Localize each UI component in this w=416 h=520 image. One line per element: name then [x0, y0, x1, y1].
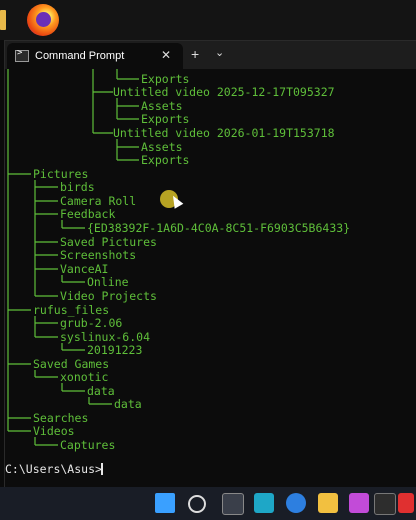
- edge-icon[interactable]: [286, 493, 306, 513]
- tree-entry: grub-2.06: [60, 316, 123, 330]
- tree-entry: Screenshots: [60, 248, 137, 262]
- chevron-down-icon[interactable]: ⌄: [215, 46, 224, 59]
- tree-entry: Untitled video 2025-12-17T095327: [113, 85, 335, 99]
- tree-entry: 20191223: [87, 343, 143, 357]
- tree-entry: {ED38392F-1A6D-4C0A-8C51-F6903C5B6433}: [87, 221, 351, 235]
- tab-command-prompt[interactable]: Command Prompt ✕: [7, 43, 183, 69]
- tree-entry: data: [114, 397, 142, 411]
- desktop-top-strip: [0, 0, 416, 40]
- firefox-icon[interactable]: [27, 4, 59, 36]
- command-prompt-window: Command Prompt ✕ + ⌄: [4, 40, 416, 489]
- close-app-icon[interactable]: [398, 493, 414, 513]
- tree-entry: Exports: [141, 112, 190, 126]
- tree-entry: Captures: [60, 438, 116, 452]
- tree-entry: Online: [87, 275, 129, 289]
- folder-icon[interactable]: [0, 10, 6, 30]
- task-view-icon[interactable]: [222, 493, 244, 515]
- tree-entry: Videos: [33, 424, 75, 438]
- text-caret: [101, 463, 103, 475]
- tree-entry: data: [87, 384, 115, 398]
- tree-entry: Video Projects: [60, 289, 157, 303]
- app-icon[interactable]: [374, 493, 396, 515]
- terminal-icon: [15, 48, 29, 62]
- tree-entry: Feedback: [60, 207, 116, 221]
- tree-entry: birds: [60, 180, 95, 194]
- close-tab-icon[interactable]: ✕: [161, 48, 171, 62]
- new-tab-button[interactable]: +: [191, 46, 199, 62]
- search-icon[interactable]: [188, 495, 206, 513]
- tab-bar: Command Prompt ✕ + ⌄: [5, 41, 416, 69]
- tree-entry: Untitled video 2026-01-19T153718: [113, 126, 335, 140]
- tab-title: Command Prompt: [35, 50, 125, 62]
- command-prompt-line[interactable]: C:\Users\Asus>: [5, 462, 102, 476]
- taskbar: [0, 487, 416, 520]
- monitor-icon[interactable]: [254, 493, 274, 513]
- tree-entry: Exports: [141, 153, 190, 167]
- terminal-output[interactable]: Exports Untitled video 2025-12-17T095327…: [5, 69, 416, 488]
- windows-start-icon[interactable]: [155, 493, 175, 513]
- store-icon[interactable]: [349, 493, 369, 513]
- file-explorer-icon[interactable]: [318, 493, 338, 513]
- tree-entry: xonotic: [60, 370, 109, 384]
